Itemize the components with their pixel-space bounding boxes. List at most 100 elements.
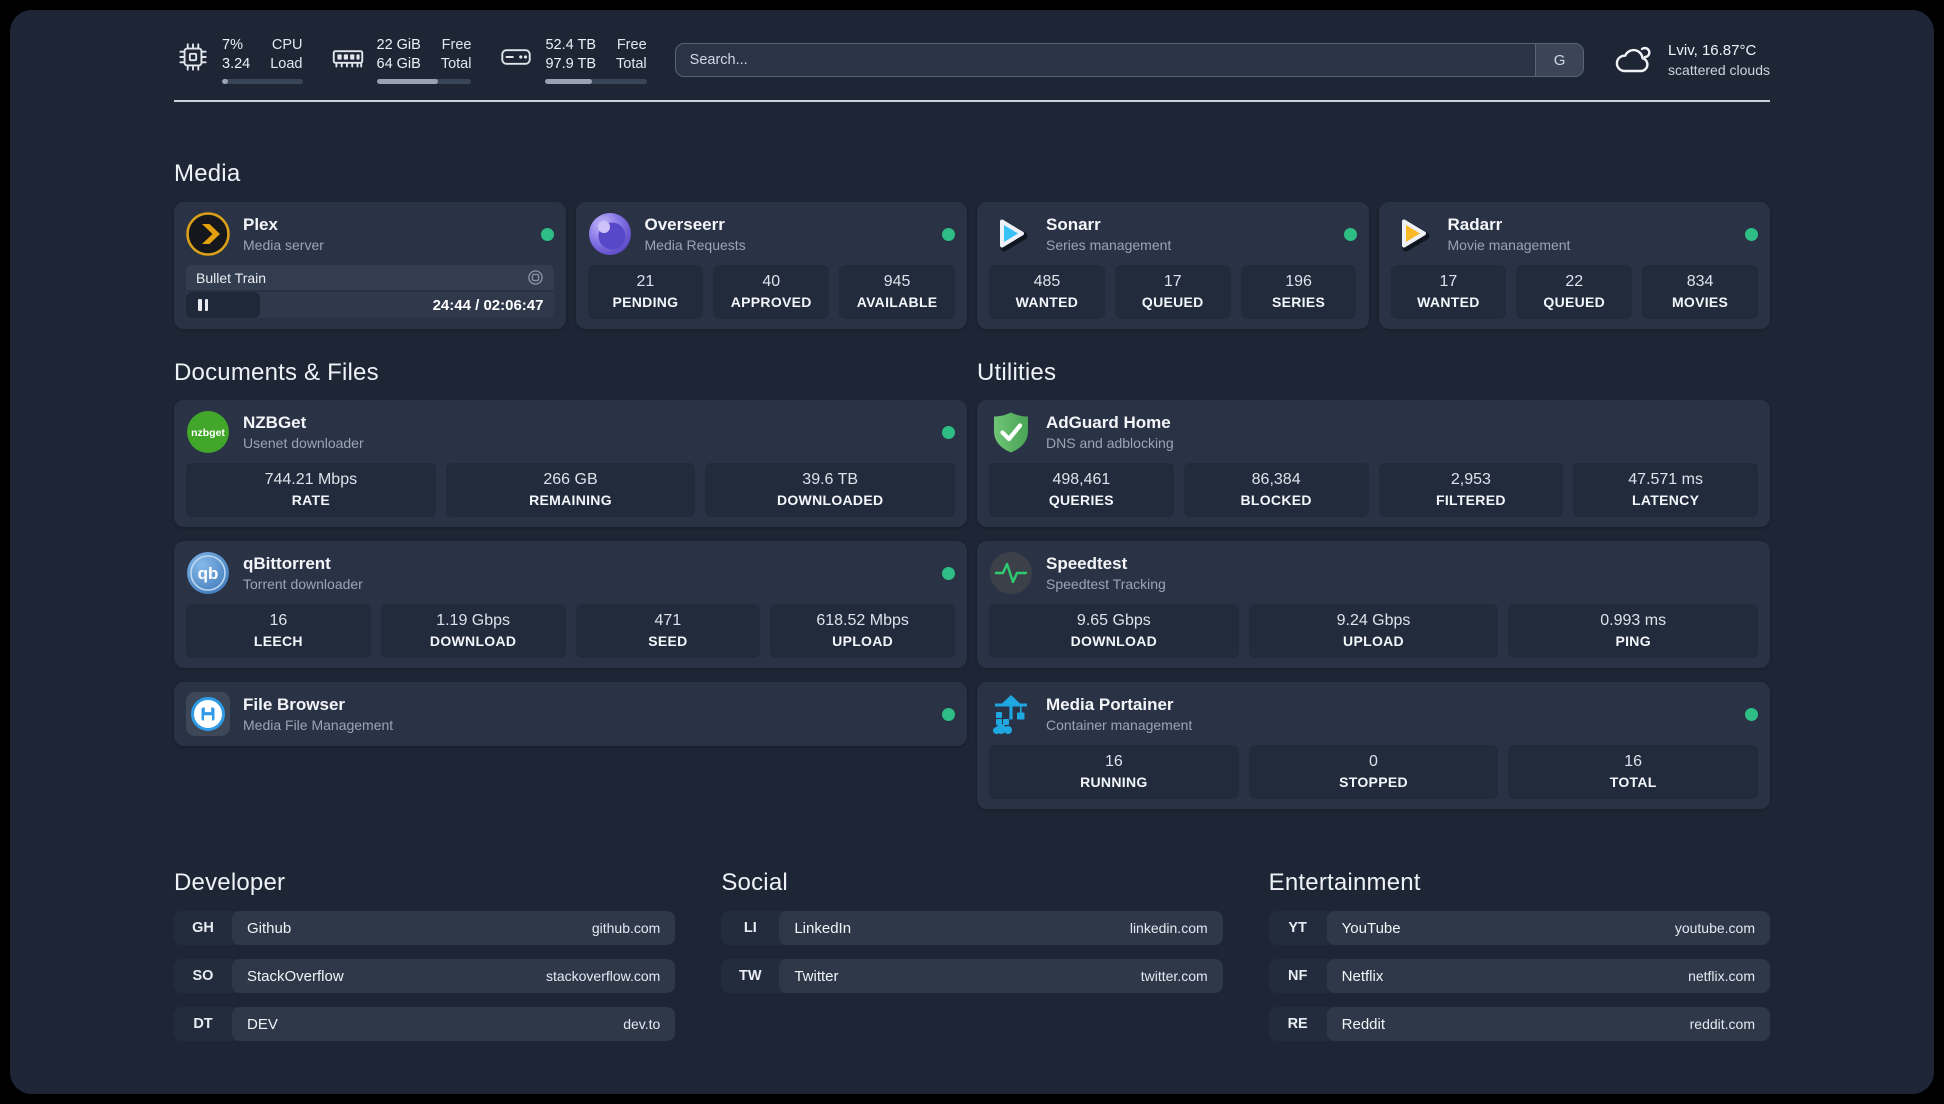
stat-tile: 16 TOTAL <box>1508 745 1759 799</box>
stat-tile: 17 QUEUED <box>1114 265 1231 319</box>
bookmark-name: DEV <box>247 1015 278 1033</box>
section-title-entertainment: Entertainment <box>1268 869 1421 896</box>
bookmark-abbreviation: DT <box>193 1016 213 1032</box>
stat-tile: 21 PENDING <box>587 265 704 319</box>
svg-text:qb: qb <box>198 564 219 583</box>
pause-icon[interactable] <box>198 299 208 311</box>
bookmark-abbreviation: GH <box>192 920 214 936</box>
hard-drive-icon <box>501 49 532 65</box>
stat-label: TOTAL <box>1609 774 1657 790</box>
weather-location: Lviv, 16.87°C <box>1668 42 1757 59</box>
header-bar: 7% CPU 3.24 Load 22 GiB Free 64 GiB Tota… <box>174 36 1770 84</box>
plex-icon <box>186 212 230 256</box>
bookmark-domain: twitter.com <box>1140 968 1208 984</box>
filebrowser-icon <box>186 692 230 736</box>
stat-tile: 485 WANTED <box>989 265 1105 319</box>
service-stats: 498,461 QUERIES 86,384 BLOCKED 2,953 FILTERED… <box>989 463 1758 517</box>
stat-label: LEECH <box>253 633 303 649</box>
stat-value: 21 <box>636 273 655 290</box>
overseerr-icon <box>588 212 632 256</box>
bookmark-domain: youtube.com <box>1674 920 1755 936</box>
bookmark-twitter[interactable]: TW Twitter twitter.com <box>721 959 1223 993</box>
stat-value: 40 <box>762 273 781 290</box>
sonarr-icon <box>989 212 1033 256</box>
service-description: Media server <box>243 237 324 253</box>
service-card-qbittorrent[interactable]: qb qBittorrent Torrent downloader 16 LEEC… <box>174 541 967 668</box>
service-stats: 485 WANTED 17 QUEUED 196 SERIES <box>989 265 1357 319</box>
memory-icon <box>332 50 363 68</box>
stat-value: 945 <box>883 273 911 290</box>
stat-label: QUEUED <box>1543 294 1606 310</box>
storage-free-label: Free <box>616 37 647 53</box>
stat-value: 266 GB <box>543 471 598 488</box>
service-description: DNS and adblocking <box>1046 435 1174 451</box>
service-description: Torrent downloader <box>243 576 363 592</box>
now-playing-row: Bullet Train <box>186 265 554 290</box>
service-card-nzbget[interactable]: nzbget NZBGet Usenet downloader 744.21 M… <box>174 400 967 527</box>
search-input[interactable] <box>675 44 1536 76</box>
gear-icon[interactable] <box>527 269 544 286</box>
cpu-load-label: Load <box>270 56 303 72</box>
status-dot-online <box>1343 227 1357 241</box>
service-stats: 16 LEECH 1.19 Gbps DOWNLOAD 471 SEED 618.52 Mb… <box>186 604 955 658</box>
stat-value: 471 <box>654 612 682 629</box>
memory-usage-bar <box>376 79 472 84</box>
bookmark-reddit[interactable]: RE Reddit reddit.com <box>1268 1007 1770 1041</box>
stat-label: DOWNLOADED <box>776 492 884 508</box>
service-card-sonarr[interactable]: Sonarr Series management 485 WANTED 17 QUEU… <box>977 202 1369 329</box>
service-description: Container management <box>1046 717 1193 733</box>
service-card-overseerr[interactable]: Overseerr Media Requests 21 PENDING 40 APPR… <box>575 202 967 329</box>
memory-total-label: Total <box>440 56 472 72</box>
bookmark-dev[interactable]: DT DEV dev.to <box>174 1007 676 1041</box>
stat-tile: 17 WANTED <box>1390 265 1507 319</box>
bookmark-linkedin[interactable]: LI LinkedIn linkedin.com <box>721 911 1223 945</box>
speedtest-icon <box>989 551 1033 595</box>
stat-value: 16 <box>1624 753 1643 770</box>
memory-widget: 22 GiB Free 64 GiB Total <box>329 36 472 84</box>
stat-value: 16 <box>269 612 288 629</box>
service-card-filebrowser[interactable]: File Browser Media File Management <box>174 682 967 746</box>
service-stats: 744.21 Mbps RATE 266 GB REMAINING 39.6 TB DOW… <box>186 463 956 517</box>
storage-usage-bar <box>545 79 647 84</box>
stat-value: 47.571 ms <box>1628 471 1703 488</box>
service-card-adguard[interactable]: AdGuard Home DNS and adblocking 498,461 Q… <box>977 400 1770 527</box>
stat-label: SEED <box>648 633 688 649</box>
service-card-speedtest[interactable]: Speedtest Speedtest Tracking 9.65 Gbps DO… <box>977 541 1770 668</box>
bookmark-body: DEV dev.to <box>232 1007 676 1041</box>
bookmark-name: Twitter <box>794 967 839 985</box>
bookmark-domain: reddit.com <box>1689 1016 1755 1032</box>
stat-value: 22 <box>1565 273 1584 290</box>
bookmark-youtube[interactable]: YT YouTube youtube.com <box>1268 911 1770 945</box>
bookmark-abbreviation: RE <box>1287 1016 1308 1032</box>
media-section: Plex Media server Bullet Train 24:44 / 0… <box>174 202 1770 329</box>
bookmark-github[interactable]: GH Github github.com <box>174 911 676 945</box>
search-engine-button[interactable]: G <box>1535 44 1584 76</box>
stat-value: 86,384 <box>1251 471 1301 488</box>
bookmark-netflix[interactable]: NF Netflix netflix.com <box>1268 959 1770 993</box>
dashboard-page: 7% CPU 3.24 Load 22 GiB Free 64 GiB Tota… <box>10 10 1934 1094</box>
stat-tile: 22 QUEUED <box>1516 265 1633 319</box>
bookmark-stackoverflow[interactable]: SO StackOverflow stackoverflow.com <box>174 959 676 993</box>
bookmark-body: Twitter twitter.com <box>779 959 1223 993</box>
storage-total-value: 97.9 TB <box>545 56 597 72</box>
bookmark-body: Reddit reddit.com <box>1326 1007 1770 1041</box>
service-description: Usenet downloader <box>243 435 364 451</box>
stat-label: RATE <box>291 492 330 508</box>
stat-tile: 945 AVAILABLE <box>839 265 955 319</box>
stat-label: BLOCKED <box>1240 492 1312 508</box>
stat-value: 834 <box>1686 273 1714 290</box>
stat-value: 39.6 TB <box>802 471 859 488</box>
section-title-documents: Documents & Files <box>174 359 379 386</box>
bookmark-body: StackOverflow stackoverflow.com <box>232 959 676 993</box>
service-card-plex[interactable]: Plex Media server Bullet Train 24:44 / 0… <box>174 202 566 329</box>
bookmark-body: Github github.com <box>232 911 676 945</box>
bookmark-domain: linkedin.com <box>1129 920 1208 936</box>
service-card-radarr[interactable]: Radarr Movie management 17 WANTED 22 QUEUED… <box>1378 202 1770 329</box>
qbittorrent-icon: qb <box>186 551 230 595</box>
service-description: Media Requests <box>644 237 746 253</box>
service-card-portainer[interactable]: Media Portainer Container management 16 R… <box>977 682 1770 809</box>
stat-value: 485 <box>1033 273 1061 290</box>
service-name: Speedtest <box>1046 554 1128 573</box>
stat-tile: 196 SERIES <box>1240 265 1357 319</box>
storage-widget: 52.4 TB Free 97.9 TB Total <box>497 36 647 84</box>
